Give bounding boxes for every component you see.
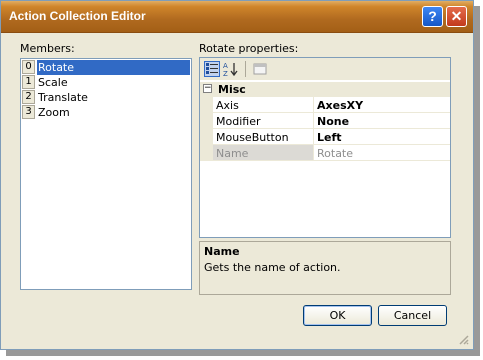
member-index: 1 xyxy=(22,75,35,89)
members-list[interactable]: 0 Rotate 1 Scale 2 Translate 3 Zoom xyxy=(20,58,192,290)
member-item-scale[interactable]: 1 Scale xyxy=(22,75,190,90)
member-name: Scale xyxy=(38,76,68,89)
property-row-axis[interactable]: Axis AxesXY xyxy=(200,97,450,113)
category-name: Misc xyxy=(218,83,246,96)
member-name: Translate xyxy=(38,91,88,104)
property-name: MouseButton xyxy=(216,131,289,144)
member-index: 2 xyxy=(22,90,35,104)
row-gutter xyxy=(200,113,213,129)
column-divider xyxy=(313,129,314,145)
row-gutter xyxy=(200,129,213,145)
member-item-zoom[interactable]: 3 Zoom xyxy=(22,105,190,120)
column-divider xyxy=(313,113,314,129)
members-label: Members: xyxy=(20,42,75,55)
collapse-icon[interactable]: − xyxy=(203,84,212,93)
property-description-panel: Name Gets the name of action. xyxy=(199,241,451,295)
property-value: Rotate xyxy=(317,147,354,160)
help-button[interactable]: ? xyxy=(422,6,443,27)
member-name: Rotate xyxy=(38,61,75,74)
property-grid-toolbar: A Z xyxy=(200,58,450,80)
action-collection-editor-dialog: Action Collection Editor ? ✕ Members: 0 … xyxy=(0,0,474,350)
column-divider xyxy=(313,97,314,113)
property-name: Name xyxy=(216,147,249,160)
description-title: Name xyxy=(204,245,240,258)
member-item-translate[interactable]: 2 Translate xyxy=(22,90,190,105)
cancel-button[interactable]: Cancel xyxy=(378,305,447,326)
category-misc[interactable]: − Misc xyxy=(200,82,450,97)
resize-grip-icon[interactable] xyxy=(457,333,471,347)
member-index: 3 xyxy=(22,105,35,119)
member-index: 0 xyxy=(22,60,35,74)
window-title: Action Collection Editor xyxy=(9,9,146,23)
column-divider xyxy=(313,145,314,161)
title-bar[interactable]: Action Collection Editor ? ✕ xyxy=(1,1,473,33)
property-row-mousebutton[interactable]: MouseButton Left xyxy=(200,129,450,145)
row-gutter xyxy=(200,145,213,161)
svg-text:A: A xyxy=(223,62,228,70)
properties-label: Rotate properties: xyxy=(199,42,299,55)
close-button[interactable]: ✕ xyxy=(446,6,467,27)
member-item-rotate[interactable]: 0 Rotate xyxy=(22,60,190,75)
property-pages-icon[interactable] xyxy=(252,61,268,77)
property-grid[interactable]: A Z − Misc Axis AxesXY Modifier None Mou… xyxy=(199,57,451,238)
row-gutter xyxy=(200,97,213,113)
alphabetical-icon[interactable]: A Z xyxy=(223,61,239,78)
description-text: Gets the name of action. xyxy=(204,261,341,274)
svg-text:Z: Z xyxy=(223,70,228,77)
property-name: Modifier xyxy=(216,115,261,128)
property-value[interactable]: None xyxy=(317,115,349,128)
property-row-modifier[interactable]: Modifier None xyxy=(200,113,450,129)
property-value[interactable]: AxesXY xyxy=(317,99,363,112)
property-name: Axis xyxy=(216,99,239,112)
ok-button[interactable]: OK xyxy=(303,305,372,326)
member-name: Zoom xyxy=(38,106,70,119)
property-row-name[interactable]: Name Rotate xyxy=(200,145,450,161)
categorized-icon[interactable] xyxy=(204,61,220,77)
toolbar-separator xyxy=(245,61,246,77)
property-value[interactable]: Left xyxy=(317,131,342,144)
